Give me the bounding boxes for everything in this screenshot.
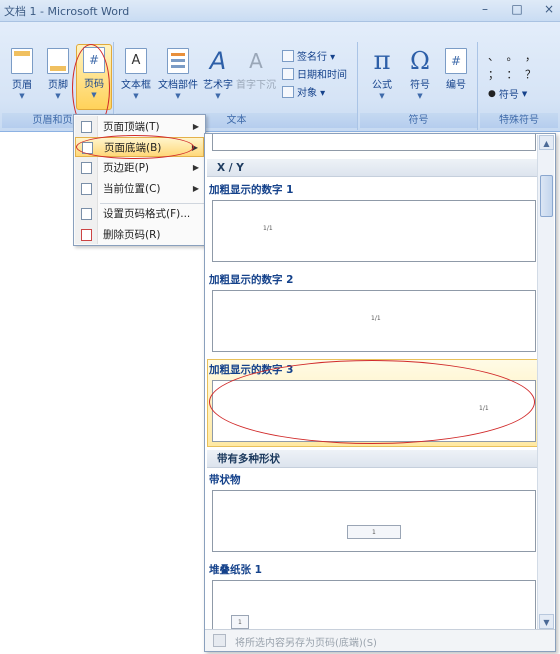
chevron-down-icon: ▼ (133, 92, 139, 100)
menu-item-remove-page-numbers[interactable]: 删除页码(R) (75, 225, 204, 245)
page-bottom-gallery: X / Y 加粗显示的数字 1 1/1 加粗显示的数字 2 1/1 加粗显示的数… (204, 133, 556, 652)
submenu-arrow-icon: ▶ (192, 184, 199, 193)
title-bar: 文档 1 - Microsoft Word – □ × (0, 0, 560, 22)
gallery-item-thumb[interactable]: 1 (212, 490, 536, 552)
header-icon (11, 48, 33, 74)
menu-item-current-position[interactable]: 当前位置(C) ▶ (75, 179, 204, 199)
object-icon (282, 85, 294, 98)
ribbon-shape-icon: 1 (347, 525, 401, 539)
gallery-item-thumb[interactable]: 1/1 (212, 200, 536, 262)
page-margin-icon (81, 162, 92, 174)
numbering-button[interactable]: # 编号 (438, 46, 474, 106)
submenu-arrow-icon: ▶ (192, 122, 199, 131)
menu-item-format-page-numbers[interactable]: 设置页码格式(F)... (75, 204, 204, 224)
menu-item-page-bottom[interactable]: 页面底端(B) ▶ (75, 137, 204, 157)
page-bottom-icon (82, 142, 93, 154)
page-number-icon: # (83, 47, 105, 73)
gallery-section-header: X / Y (207, 159, 537, 177)
save-selection-as-page-number-button[interactable]: 将所选内容另存为页码(底端)(S) (235, 634, 377, 649)
date-time-button[interactable]: 日期和时间 (282, 66, 347, 81)
group-label-special-symbols: 特殊符号 (480, 113, 558, 128)
submenu-arrow-icon: ▶ (192, 163, 199, 172)
scroll-up-icon[interactable]: ▲ (539, 135, 554, 150)
format-page-numbers-icon (81, 208, 92, 220)
numbering-icon: # (445, 48, 467, 74)
menu-item-page-top[interactable]: 页面顶端(T) ▶ (75, 117, 204, 137)
signature-line-button[interactable]: 签名行 ▾ (282, 48, 335, 63)
gallery-item-label: 加粗显示的数字 3 (209, 364, 294, 376)
header-button[interactable]: 页眉 ▼ (4, 46, 40, 106)
stacked-paper-icon: 1 (231, 615, 249, 629)
chevron-down-icon: ▼ (215, 92, 221, 100)
bullet-icon: ● (488, 88, 496, 99)
footer-icon (47, 48, 69, 74)
page-number-button[interactable]: # 页码 ▼ (76, 44, 112, 110)
date-time-icon (282, 67, 294, 80)
maximize-button[interactable]: □ (510, 2, 524, 16)
chevron-down-icon: ▼ (175, 92, 181, 100)
textbox-button[interactable]: A 文本框 ▼ (118, 46, 154, 106)
submenu-arrow-icon: ▶ (191, 143, 198, 152)
equation-icon: π (373, 46, 391, 76)
scroll-thumb[interactable] (540, 175, 553, 217)
menu-item-page-margin[interactable]: 页边距(P) ▶ (75, 158, 204, 178)
gallery-item-thumb[interactable]: 1 (212, 580, 536, 630)
object-button[interactable]: 对象 ▾ (282, 84, 325, 99)
dropcap-button[interactable]: A 首字下沉 (236, 46, 276, 106)
window-title: 文档 1 - Microsoft Word (4, 5, 130, 18)
scroll-down-icon[interactable]: ▼ (539, 614, 554, 629)
group-special-symbols: 、 。 ， ； ： ？ ● 符号 ▼ 特殊符号 (480, 42, 558, 130)
symbol-icon: Ω (410, 47, 430, 75)
current-position-icon (81, 183, 92, 195)
special-symbol-button[interactable]: ● 符号 ▼ (488, 86, 528, 102)
chevron-down-icon: ▼ (379, 92, 385, 100)
special-symbols-row-2[interactable]: ； ： ？ (488, 66, 538, 82)
gallery-item-label: 堆叠纸张 1 (209, 564, 262, 576)
chevron-down-icon: ▼ (521, 89, 528, 98)
save-selection-icon (213, 634, 226, 647)
equation-button[interactable]: π 公式 ▼ (364, 46, 400, 106)
page-top-icon (81, 121, 92, 133)
chevron-down-icon: ▼ (55, 92, 61, 100)
wordart-button[interactable]: A 艺术字 ▼ (200, 46, 236, 106)
textbox-icon: A (125, 48, 147, 74)
gallery-item-label: 加粗显示的数字 2 (209, 274, 294, 286)
remove-page-numbers-icon (81, 229, 92, 241)
quick-parts-icon (167, 48, 189, 74)
group-label-symbols: 符号 (360, 113, 477, 128)
gallery-section-header: 带有多种形状 (207, 450, 537, 468)
minimize-button[interactable]: – (478, 2, 492, 16)
window-controls: – □ × (478, 2, 556, 16)
gallery-footer: 将所选内容另存为页码(底端)(S) (205, 629, 555, 651)
chevron-down-icon: ▼ (417, 92, 423, 100)
page-number-preview: 1/1 (479, 405, 489, 412)
gallery-item-label: 带状物 (209, 474, 241, 486)
signature-line-icon (282, 49, 294, 62)
special-symbols-row-1[interactable]: 、 。 ， (488, 48, 538, 64)
dropcap-icon: A (249, 49, 263, 73)
group-symbols: π 公式 ▼ Ω 符号 ▼ # 编号 符号 (360, 42, 478, 130)
gallery-item-thumb[interactable]: 1/1 (212, 290, 536, 352)
footer-button[interactable]: 页脚 ▼ (40, 46, 76, 106)
gallery-thumb-partial[interactable] (212, 134, 536, 151)
page-number-preview: 1/1 (371, 315, 381, 322)
page-number-menu: 页面顶端(T) ▶ 页面底端(B) ▶ 页边距(P) ▶ 当前位置(C) ▶ 设… (73, 114, 206, 246)
wordart-icon: A (209, 47, 227, 75)
gallery-item-thumb[interactable]: 1/1 (212, 380, 536, 442)
chevron-down-icon: ▼ (91, 91, 97, 99)
page-number-preview: 1/1 (263, 225, 273, 232)
symbol-button[interactable]: Ω 符号 ▼ (402, 46, 438, 106)
gallery-item-label: 加粗显示的数字 1 (209, 184, 294, 196)
page-number-preview: 1 (238, 619, 242, 626)
page-number-preview: 1 (372, 529, 376, 536)
chevron-down-icon: ▼ (19, 92, 25, 100)
quick-parts-button[interactable]: 文档部件 ▼ (158, 46, 198, 106)
gallery-scrollbar[interactable]: ▲ ▼ (537, 135, 554, 629)
close-button[interactable]: × (542, 2, 556, 16)
